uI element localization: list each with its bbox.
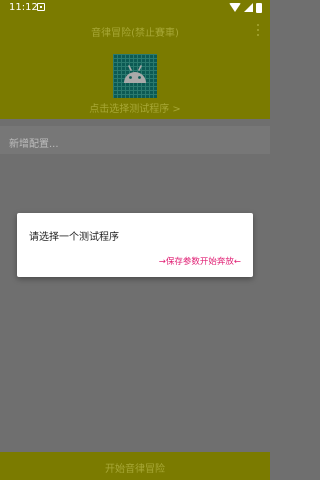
wifi-icon (229, 3, 241, 12)
app-icon-button[interactable] (113, 54, 157, 98)
bottom-start-button[interactable]: 开始音律冒险 (0, 452, 270, 480)
alert-dialog: 请选择一个测试程序 →保存参数开始奔放← (17, 213, 253, 277)
dialog-message: 请选择一个测试程序 (29, 232, 119, 243)
save-and-start-button[interactable]: →保存参数开始奔放← (159, 255, 241, 267)
notification-icon (37, 3, 45, 11)
battery-icon (256, 2, 262, 13)
status-bar: 11:12 (0, 0, 270, 16)
status-time: 11:12 (9, 2, 38, 13)
bottom-start-label: 开始音律冒险 (105, 464, 165, 475)
app-screen: 11:12 音律冒险(禁止賽車) 点击选择测试程序 > 新增配置... 请选择一… (0, 0, 270, 480)
header: 11:12 音律冒险(禁止賽車) 点击选择测试程序 > (0, 0, 270, 119)
status-icons (229, 2, 262, 13)
new-config-label: 新增配置... (9, 139, 59, 150)
select-test-program-link[interactable]: 点击选择测试程序 > (0, 100, 270, 115)
android-icon (124, 65, 146, 83)
overflow-menu-icon[interactable] (256, 24, 260, 36)
new-config-row[interactable]: 新增配置... (0, 126, 270, 154)
signal-icon (244, 3, 253, 12)
app-title: 音律冒险(禁止賽車) (91, 28, 179, 39)
